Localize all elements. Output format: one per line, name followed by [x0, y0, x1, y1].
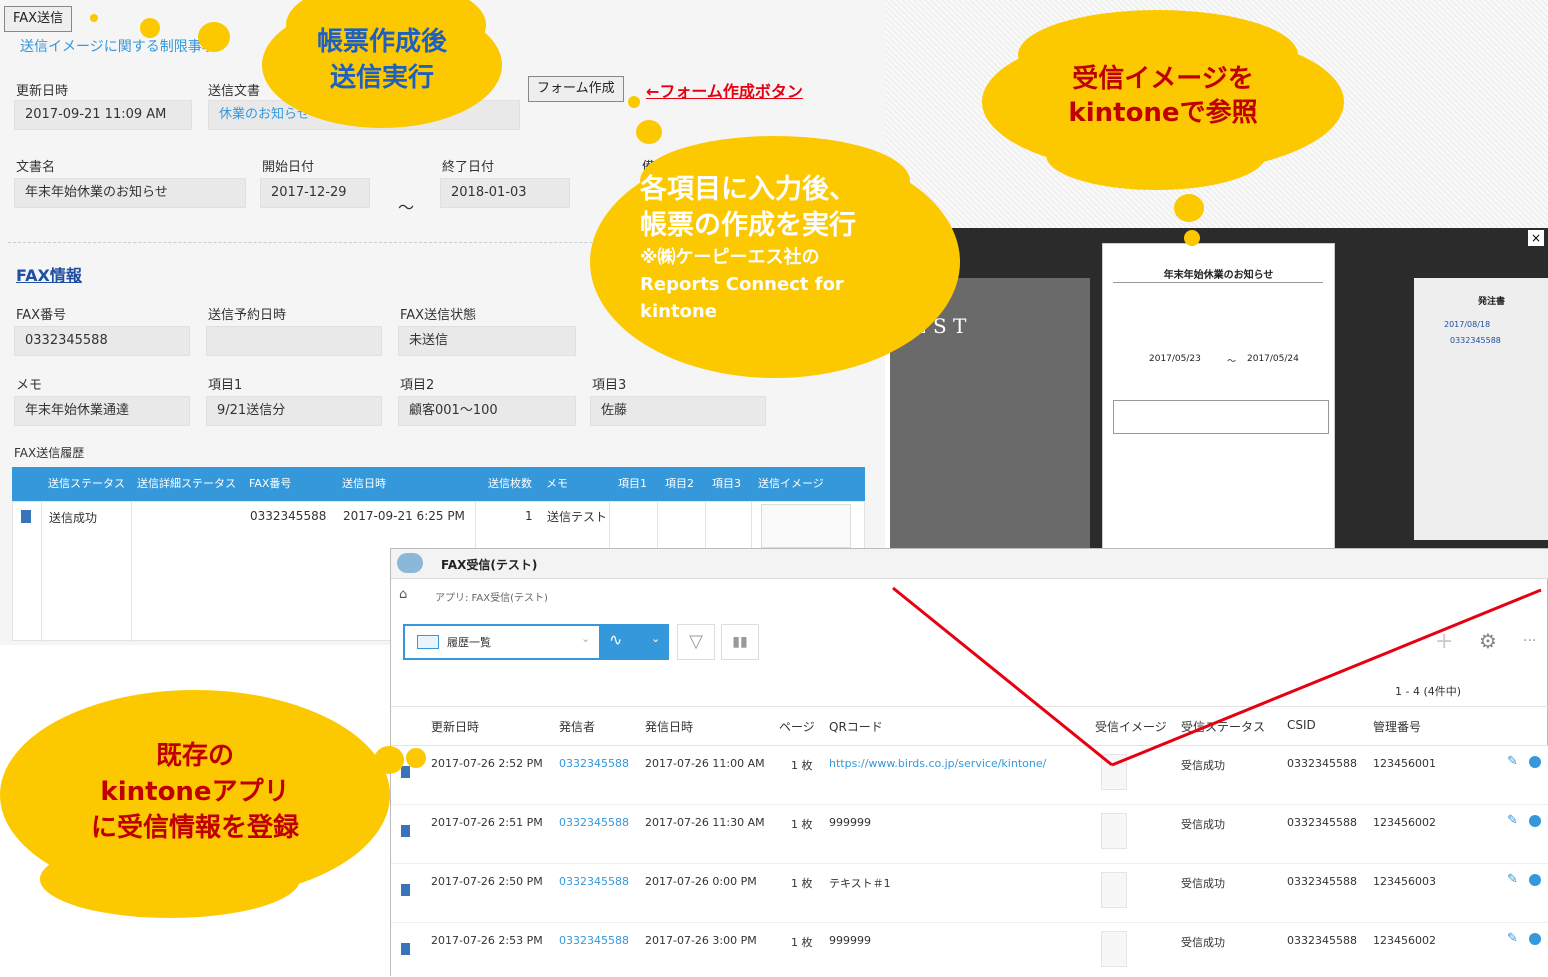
callout-line: kintoneアプリ: [100, 777, 290, 807]
callout-dot: [140, 18, 160, 38]
callout-line: 各項目に入力後、: [640, 174, 856, 205]
callout-dot: [1174, 194, 1204, 222]
callout-line: 受信イメージを: [1072, 64, 1254, 94]
connector-line-left: [892, 586, 1113, 767]
connector-line-right: [1111, 588, 1542, 767]
callout-dot: [90, 14, 98, 22]
callout-line: 送信実行: [329, 63, 434, 93]
callout-text: 受信イメージを kintoneで参照: [982, 62, 1344, 130]
callout-line: 帳票作成後: [316, 27, 447, 57]
callout-dot: [1184, 230, 1200, 246]
callout-line: に受信情報を登録: [90, 813, 299, 843]
callout-dot: [406, 748, 426, 768]
callout-line: kintone: [640, 301, 717, 322]
callout-dot: [198, 22, 230, 52]
callout-text: 既存の kintoneアプリ に受信情報を登録: [0, 738, 390, 846]
cloud-shape: [1046, 120, 1266, 190]
callout-line: kintoneで参照: [1068, 98, 1258, 128]
cloud-shape: [40, 840, 300, 918]
callout-line: Reports Connect for: [640, 274, 844, 295]
callout-text: 各項目に入力後、 帳票の作成を実行 ※㈱ケーピーエス社の Reports Con…: [640, 172, 856, 325]
callout-line: 帳票の作成を実行: [640, 210, 856, 241]
callout-text: 帳票作成後 送信実行: [262, 24, 502, 96]
callout-dot: [636, 120, 662, 144]
callout-line: 既存の: [155, 741, 234, 771]
callout-line: ※㈱ケーピーエス社の: [640, 247, 820, 268]
callout-dot: [628, 96, 640, 108]
